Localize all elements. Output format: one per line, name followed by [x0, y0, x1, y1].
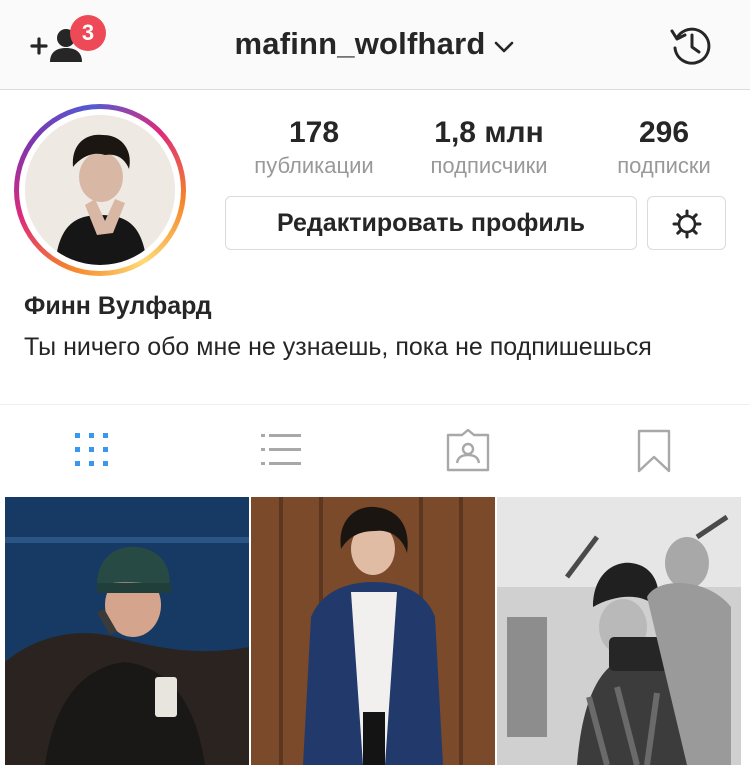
- tab-grid[interactable]: [69, 427, 117, 475]
- grid-icon: [75, 433, 108, 466]
- stat-followers-value: 1,8 млн: [434, 116, 544, 149]
- full-name: Финн Вулфард: [24, 292, 212, 320]
- stat-posts-value: 178: [288, 116, 340, 149]
- posts-grid: [0, 493, 750, 768]
- history-button[interactable]: [668, 22, 716, 70]
- stat-followers-label: подписчики: [430, 153, 548, 178]
- stat-posts-label: публикации: [254, 153, 374, 178]
- stat-posts[interactable]: 178 публикации: [228, 114, 400, 180]
- stat-followers[interactable]: 1,8 млн подписчики: [404, 114, 574, 180]
- tab-tagged[interactable]: [444, 427, 492, 475]
- tab-saved[interactable]: [630, 427, 678, 475]
- stat-following[interactable]: 296 подписки: [594, 114, 734, 180]
- bio: Ты ничего обо мне не узнаешь, пока не по…: [24, 333, 652, 361]
- history-icon: [670, 27, 711, 65]
- username: mafinn_wolfhard: [234, 26, 486, 61]
- top-bar: 3 mafinn_wolfhard: [0, 0, 750, 90]
- post-thumbnail[interactable]: [497, 497, 741, 765]
- chevron-down-icon: [494, 41, 513, 53]
- edit-profile-button[interactable]: Редактировать профиль: [225, 196, 637, 250]
- tab-list[interactable]: [257, 427, 305, 475]
- post-thumbnail[interactable]: [251, 497, 495, 765]
- list-icon: [261, 434, 301, 465]
- tagged-icon: [446, 428, 490, 472]
- avatar-story-ring[interactable]: [14, 104, 186, 276]
- profile-stats: 178 публикации 1,8 млн подписчики 296 по…: [228, 114, 738, 184]
- post-thumbnail[interactable]: [5, 497, 249, 765]
- stat-following-label: подписки: [617, 153, 711, 178]
- gear-icon: [672, 209, 702, 239]
- account-switcher[interactable]: mafinn_wolfhard: [0, 26, 750, 62]
- stat-following-value: 296: [638, 116, 690, 149]
- bookmark-icon: [637, 429, 671, 473]
- profile-tabs: [0, 404, 750, 488]
- settings-button[interactable]: [647, 196, 726, 250]
- avatar: [25, 115, 175, 265]
